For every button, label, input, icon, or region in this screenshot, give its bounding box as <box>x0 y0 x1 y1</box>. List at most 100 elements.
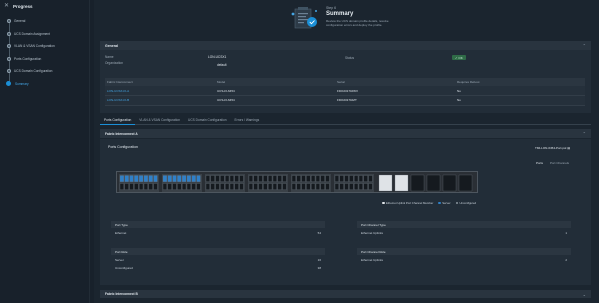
step-summary[interactable]: Summary <box>6 78 88 91</box>
uplink-port[interactable] <box>378 174 393 192</box>
tab-ports[interactable]: Ports <box>536 161 543 165</box>
switch-port[interactable] <box>210 183 215 190</box>
switch-port[interactable] <box>363 183 368 190</box>
switch-port[interactable] <box>172 175 177 182</box>
tab-domain-configuration[interactable]: UCS Domain Configuration <box>184 116 230 125</box>
switch-port[interactable] <box>258 183 263 190</box>
switch-port[interactable] <box>344 183 349 190</box>
uplink-port[interactable] <box>426 174 441 192</box>
uplink-port[interactable] <box>458 174 473 192</box>
switch-port[interactable] <box>248 183 253 190</box>
switch-port[interactable] <box>354 183 359 190</box>
switch-port[interactable] <box>344 175 349 182</box>
tab-port-channels[interactable]: Port Channels <box>550 161 569 165</box>
switch-port[interactable] <box>296 183 301 190</box>
switch-port[interactable] <box>268 175 273 182</box>
switch-port[interactable] <box>153 175 158 182</box>
step-vlan-vsan[interactable]: VLAN & VSAN Configuration <box>6 40 88 53</box>
switch-port[interactable] <box>119 175 124 182</box>
switch-port[interactable] <box>162 175 167 182</box>
switch-port[interactable] <box>349 183 354 190</box>
switch-port[interactable] <box>119 183 124 190</box>
switch-port[interactable] <box>143 175 148 182</box>
switch-port[interactable] <box>301 175 306 182</box>
switch-port[interactable] <box>234 175 239 182</box>
switch-port[interactable] <box>263 183 268 190</box>
step-domain-assignment[interactable]: UCS Domain Assignment <box>6 28 88 41</box>
switch-port[interactable] <box>148 183 153 190</box>
switch-port[interactable] <box>291 175 296 182</box>
switch-port[interactable] <box>263 175 268 182</box>
switch-port[interactable] <box>368 175 373 182</box>
fi-link[interactable]: LON-UCSX-FI-A <box>105 86 215 96</box>
switch-port[interactable] <box>167 175 172 182</box>
chevron-up-icon[interactable]: ⌃ <box>583 43 586 48</box>
switch-port[interactable] <box>306 175 311 182</box>
tab-vlan-vsan[interactable]: VLAN & VSAN Configuration <box>135 116 184 125</box>
tab-ports-configuration[interactable]: Ports Configuration <box>100 116 136 125</box>
switch-port[interactable] <box>210 175 215 182</box>
switch-port[interactable] <box>220 175 225 182</box>
switch-port[interactable] <box>191 175 196 182</box>
switch-port[interactable] <box>129 183 134 190</box>
switch-port[interactable] <box>148 175 153 182</box>
switch-port[interactable] <box>368 183 373 190</box>
switch-port[interactable] <box>282 175 287 182</box>
switch-port[interactable] <box>315 175 320 182</box>
switch-port[interactable] <box>248 175 253 182</box>
uplink-port[interactable] <box>442 174 457 192</box>
fi-a-header[interactable]: Fabric Interconnect A ⌃ <box>100 129 591 138</box>
switch-port[interactable] <box>311 175 316 182</box>
switch-port[interactable] <box>177 183 182 190</box>
fi-b-header[interactable]: Fabric Interconnect B ⌄ <box>100 290 591 298</box>
switch-port[interactable] <box>320 183 325 190</box>
switch-port[interactable] <box>320 175 325 182</box>
switch-port[interactable] <box>325 183 330 190</box>
switch-port[interactable] <box>196 183 201 190</box>
general-section-header[interactable]: General ⌃ <box>100 41 591 50</box>
switch-port[interactable] <box>139 183 144 190</box>
switch-port[interactable] <box>339 175 344 182</box>
switch-port[interactable] <box>349 175 354 182</box>
switch-port[interactable] <box>268 183 273 190</box>
chevron-down-icon[interactable]: ⌄ <box>583 292 586 297</box>
switch-port[interactable] <box>205 183 210 190</box>
switch-port[interactable] <box>186 175 191 182</box>
switch-port[interactable] <box>258 175 263 182</box>
switch-port[interactable] <box>220 183 225 190</box>
port-policy-link[interactable]: TMI-LON-6454-Port.pol ▤ <box>535 146 570 150</box>
switch-port[interactable] <box>358 175 363 182</box>
switch-port[interactable] <box>205 175 210 182</box>
switch-port[interactable] <box>215 175 220 182</box>
switch-port[interactable] <box>315 183 320 190</box>
switch-port[interactable] <box>139 175 144 182</box>
switch-port[interactable] <box>334 175 339 182</box>
uplink-port[interactable] <box>410 174 425 192</box>
switch-port[interactable] <box>229 175 234 182</box>
switch-port[interactable] <box>277 175 282 182</box>
switch-port[interactable] <box>172 183 177 190</box>
switch-port[interactable] <box>253 175 258 182</box>
switch-port[interactable] <box>301 183 306 190</box>
switch-port[interactable] <box>215 183 220 190</box>
switch-port[interactable] <box>134 183 139 190</box>
switch-port[interactable] <box>325 175 330 182</box>
switch-port[interactable] <box>229 183 234 190</box>
step-general[interactable]: General <box>6 15 88 28</box>
switch-port[interactable] <box>177 175 182 182</box>
chevron-up-icon[interactable]: ⌃ <box>583 131 586 136</box>
switch-port[interactable] <box>339 183 344 190</box>
step-ports-configuration[interactable]: Ports Configuration <box>6 53 88 66</box>
uplink-port[interactable] <box>394 174 409 192</box>
switch-port[interactable] <box>191 183 196 190</box>
switch-port[interactable] <box>167 183 172 190</box>
switch-port[interactable] <box>253 183 258 190</box>
switch-port[interactable] <box>234 183 239 190</box>
switch-port[interactable] <box>363 175 368 182</box>
switch-port[interactable] <box>296 175 301 182</box>
switch-port[interactable] <box>239 175 244 182</box>
switch-port[interactable] <box>162 183 167 190</box>
switch-port[interactable] <box>124 183 129 190</box>
fi-link[interactable]: LON-UCSX-FI-B <box>105 95 215 106</box>
switch-port[interactable] <box>225 183 230 190</box>
